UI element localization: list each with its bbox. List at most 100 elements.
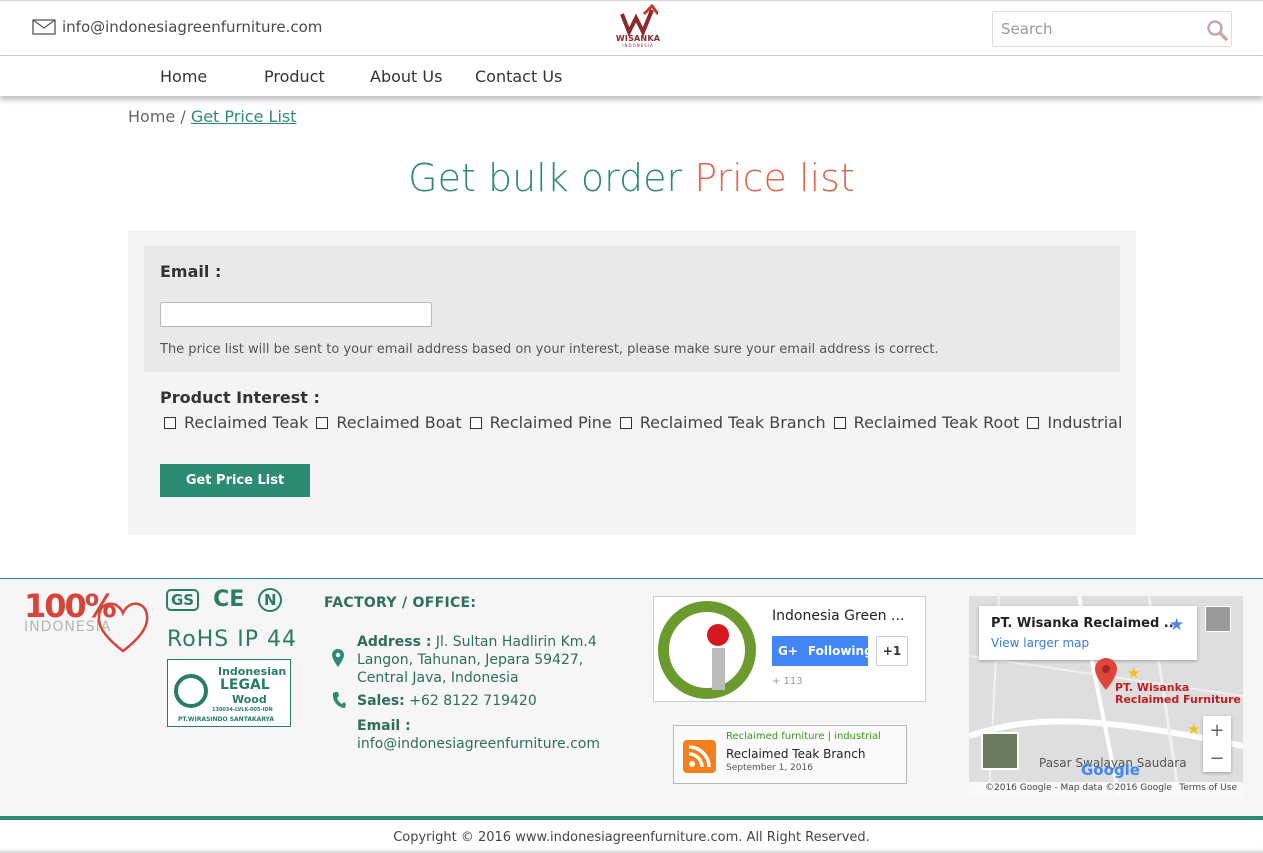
interest-reclaimed-teak-branch[interactable]: Reclaimed Teak Branch: [619, 413, 826, 432]
map-pin-label: PT. Wisanka Reclaimed Furniture: [1115, 682, 1241, 706]
search-input[interactable]: [1001, 20, 1206, 38]
checkbox[interactable]: [316, 416, 329, 429]
heart-icon: [97, 602, 149, 653]
search-box[interactable]: [992, 11, 1232, 47]
map-place-name: PT. Wisanka Reclaimed ...: [991, 616, 1179, 631]
nav-contact-us[interactable]: Contact Us: [475, 67, 562, 86]
map-marker-icon: [1095, 658, 1117, 690]
footer-email: Email : info@indonesiagreenfurniture.com: [357, 717, 600, 753]
rss-date: September 1, 2016: [726, 763, 813, 773]
gplus-following-label: Following: [807, 644, 873, 658]
search-icon[interactable]: [1205, 18, 1229, 42]
gplus-plusone-button[interactable]: +1: [876, 636, 908, 666]
map-zoom-out-button[interactable]: −: [1203, 744, 1231, 772]
map-user-avatar[interactable]: [1205, 606, 1231, 632]
interest-label: Reclaimed Teak Root: [853, 413, 1020, 432]
sales-phone[interactable]: +62 8122 719420: [409, 693, 537, 709]
footer-email-value[interactable]: info@indonesiagreenfurniture.com: [357, 736, 600, 752]
gplus-following-button[interactable]: G+ Following: [772, 636, 873, 666]
email-label: Email :: [160, 262, 222, 281]
breadcrumb-home[interactable]: Home: [128, 107, 175, 126]
map-star-icon: ★: [1187, 720, 1201, 738]
rss-icon: [683, 740, 716, 773]
checkbox[interactable]: [619, 416, 632, 429]
nav-product[interactable]: Product: [264, 67, 325, 86]
ig-logo-dot: [707, 624, 729, 646]
copyright-bar: Copyright © 2016 www.indonesiagreenfurni…: [0, 816, 1263, 853]
logo-subtext: INDONESIA: [622, 43, 654, 48]
header-email[interactable]: info@indonesiagreenfurniture.com: [32, 18, 322, 36]
map-terms-link[interactable]: Terms of Use: [1179, 783, 1237, 796]
product-interest-label: Product Interest :: [160, 388, 320, 407]
page-title-part1: Get bulk order: [408, 156, 695, 200]
rss-category: Reclaimed furniture | industrial: [726, 731, 881, 742]
address-line-1: Jl. Sultan Hadlirin Km.4: [435, 634, 597, 650]
factory-address: Address : Jl. Sultan Hadlirin Km.4 Lango…: [357, 633, 597, 687]
rss-title[interactable]: Reclaimed Teak Branch: [726, 747, 865, 761]
address-line-3: Central Java, Indonesia: [357, 670, 519, 686]
rss-feed-widget[interactable]: Reclaimed furniture | industrial Reclaim…: [673, 725, 907, 784]
interest-label: Reclaimed Teak: [184, 413, 309, 432]
map-save-star-icon[interactable]: ★: [1169, 615, 1184, 635]
header-email-text: info@indonesiagreenfurniture.com: [62, 18, 323, 36]
wisanka-logo[interactable]: WISANKA INDONESIA: [612, 4, 664, 54]
copyright-text: Copyright © 2016 www.indonesiagreenfurni…: [393, 830, 870, 845]
map-credit-bar: ©2016 Google - Map data ©2016 Google Ter…: [969, 782, 1243, 796]
email-section: Email : The price list will be sent to y…: [144, 246, 1120, 372]
map-google-logo: Google: [1081, 761, 1140, 779]
price-list-form: Email : The price list will be sent to y…: [128, 230, 1136, 535]
interest-label: Industrial: [1047, 413, 1123, 432]
legal-legal: LEGAL: [220, 677, 270, 693]
breadcrumb-current[interactable]: Get Price List: [191, 107, 297, 126]
wisanka-logo-mark: [620, 4, 658, 36]
page-title-part2: Price list: [694, 156, 855, 200]
map-pin-label-2: Reclaimed Furniture: [1115, 693, 1241, 706]
made-in-indonesia-badge: 100% INDONESIA: [24, 587, 154, 657]
sales-contact: Sales: +62 8122 719420: [357, 693, 537, 709]
location-pin-icon: [332, 649, 344, 667]
interest-industrial[interactable]: Industrial: [1027, 413, 1122, 432]
mail-icon: [32, 19, 56, 35]
factory-title: FACTORY / OFFICE:: [324, 595, 477, 611]
logo-text: WISANKA: [615, 34, 661, 43]
map-credit: ©2016 Google - Map data ©2016 Google: [985, 783, 1172, 793]
legal-code: 130034-LVLK-005-IDN: [212, 707, 273, 713]
map-zoom-controls: + −: [1203, 716, 1231, 772]
top-bar: info@indonesiagreenfurniture.com WISANKA…: [0, 0, 1263, 56]
interest-reclaimed-teak[interactable]: Reclaimed Teak: [164, 413, 308, 432]
nav-home[interactable]: Home: [160, 67, 207, 86]
checkbox[interactable]: [164, 416, 176, 429]
address-line-2: Langon, Tahunan, Jepara 59427,: [357, 652, 584, 668]
google-plus-widget: Indonesia Green ... G+ Following +1 + 11…: [653, 596, 926, 702]
rohs-ip44-label: RoHS IP 44: [167, 627, 298, 652]
legal-wood: Wood: [232, 693, 267, 706]
interest-label: Reclaimed Boat: [336, 413, 462, 432]
google-map-embed[interactable]: PT. Wisanka Reclaimed ... View larger ma…: [969, 596, 1243, 796]
footer-email-label: Email :: [357, 718, 411, 734]
breadcrumb: Home / Get Price List: [128, 107, 297, 126]
email-field[interactable]: [160, 302, 432, 327]
interest-reclaimed-teak-root[interactable]: Reclaimed Teak Root: [833, 413, 1020, 432]
product-interest-options: Reclaimed Teak Reclaimed Boat Reclaimed …: [164, 413, 1130, 432]
map-satellite-toggle[interactable]: [981, 732, 1019, 770]
legal-wood-badge: Indonesian LEGAL Wood 130034-LVLK-005-ID…: [167, 659, 291, 727]
nav-about-us[interactable]: About Us: [370, 67, 442, 86]
interest-reclaimed-boat[interactable]: Reclaimed Boat: [316, 413, 462, 432]
gplus-follower-count: + 113: [772, 676, 803, 687]
get-price-list-button[interactable]: Get Price List: [160, 464, 310, 497]
interest-reclaimed-pine[interactable]: Reclaimed Pine: [469, 413, 612, 432]
ce-cert-icon: CE: [213, 587, 245, 612]
checkbox[interactable]: [469, 416, 482, 429]
checkbox[interactable]: [1027, 416, 1040, 429]
checkbox[interactable]: [833, 416, 846, 429]
map-zoom-in-button[interactable]: +: [1203, 716, 1231, 744]
map-place-card: PT. Wisanka Reclaimed ... View larger ma…: [979, 606, 1197, 660]
page-title: Get bulk order Price list: [0, 156, 1263, 200]
gplus-page-name[interactable]: Indonesia Green ...: [772, 608, 904, 624]
ig-logo-bar: [712, 648, 725, 690]
gs-cert-icon: GS: [166, 588, 200, 611]
breadcrumb-separator: /: [175, 107, 191, 126]
legal-company: PT.WIRASINDO SANTAKARYA: [178, 716, 274, 723]
map-view-larger-link[interactable]: View larger map: [991, 636, 1089, 650]
email-hint: The price list will be sent to your emai…: [160, 342, 939, 357]
